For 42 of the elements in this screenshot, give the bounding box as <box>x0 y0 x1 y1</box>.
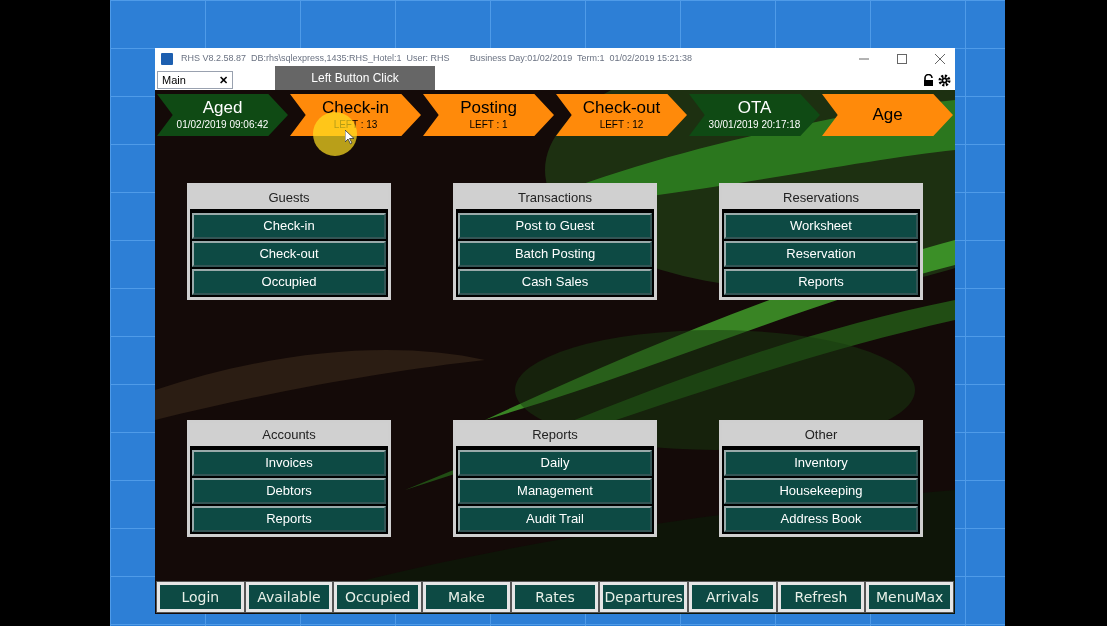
menu-button[interactable]: Cash Sales <box>458 269 652 295</box>
menu-button[interactable]: Reports <box>724 269 918 295</box>
panel-title: Accounts <box>190 423 388 448</box>
menu-button[interactable]: Housekeeping <box>724 478 918 504</box>
menu-button[interactable]: Post to Guest <box>458 213 652 239</box>
menu-button[interactable]: Batch Posting <box>458 241 652 267</box>
toolbar-button[interactable]: Occupied <box>334 582 421 612</box>
menu-button[interactable]: Worksheet <box>724 213 918 239</box>
toolbar-button[interactable]: Login <box>157 582 244 612</box>
menu-button[interactable]: Occupied <box>192 269 386 295</box>
panel-title: Reservations <box>722 186 920 211</box>
menu-button[interactable]: Debtors <box>192 478 386 504</box>
menu-button[interactable]: Management <box>458 478 652 504</box>
menu-button[interactable]: Inventory <box>724 450 918 476</box>
window-title: RHS V8.2.58.87 DB:rhs\sqlexpress,1435:RHS_Hotel:1 User: RHS <box>181 52 450 66</box>
menu-button[interactable]: Daily <box>458 450 652 476</box>
close-icon[interactable] <box>935 54 945 64</box>
toolbar-button[interactable]: Make <box>423 582 510 612</box>
maximize-icon[interactable] <box>897 54 907 64</box>
panel-title: Other <box>722 423 920 448</box>
toolbar-button[interactable]: MenuMax <box>866 582 954 612</box>
toolbar-button[interactable]: Available <box>245 582 333 612</box>
menu-button[interactable]: Reservation <box>724 241 918 267</box>
lock-icon[interactable] <box>923 74 934 86</box>
main-tab[interactable]: Main ✕ <box>157 71 233 89</box>
toolbar-button[interactable]: Refresh <box>777 582 865 612</box>
menu-button[interactable]: Invoices <box>192 450 386 476</box>
menu-button[interactable]: Check-out <box>192 241 386 267</box>
settings-icon[interactable] <box>938 73 951 87</box>
toolbar-button[interactable]: Departures <box>600 582 688 612</box>
panel-title: Guests <box>190 186 388 211</box>
menu-button[interactable]: Check-in <box>192 213 386 239</box>
toolbar-button[interactable]: Arrivals <box>689 582 776 612</box>
toolbar-button[interactable]: Rates <box>511 582 599 612</box>
panel-title: Reports <box>456 423 654 448</box>
cursor-icon <box>345 130 355 145</box>
menu-button[interactable]: Audit Trail <box>458 506 652 532</box>
panel-title: Transactions <box>456 186 654 211</box>
menu-button[interactable]: Reports <box>192 506 386 532</box>
menu-button[interactable]: Address Book <box>724 506 918 532</box>
business-day-text: Business Day:01/02/2019 Term:1 01/02/2019 15:21:38 <box>469 52 693 66</box>
click-tooltip: Left Button Click <box>275 66 435 90</box>
